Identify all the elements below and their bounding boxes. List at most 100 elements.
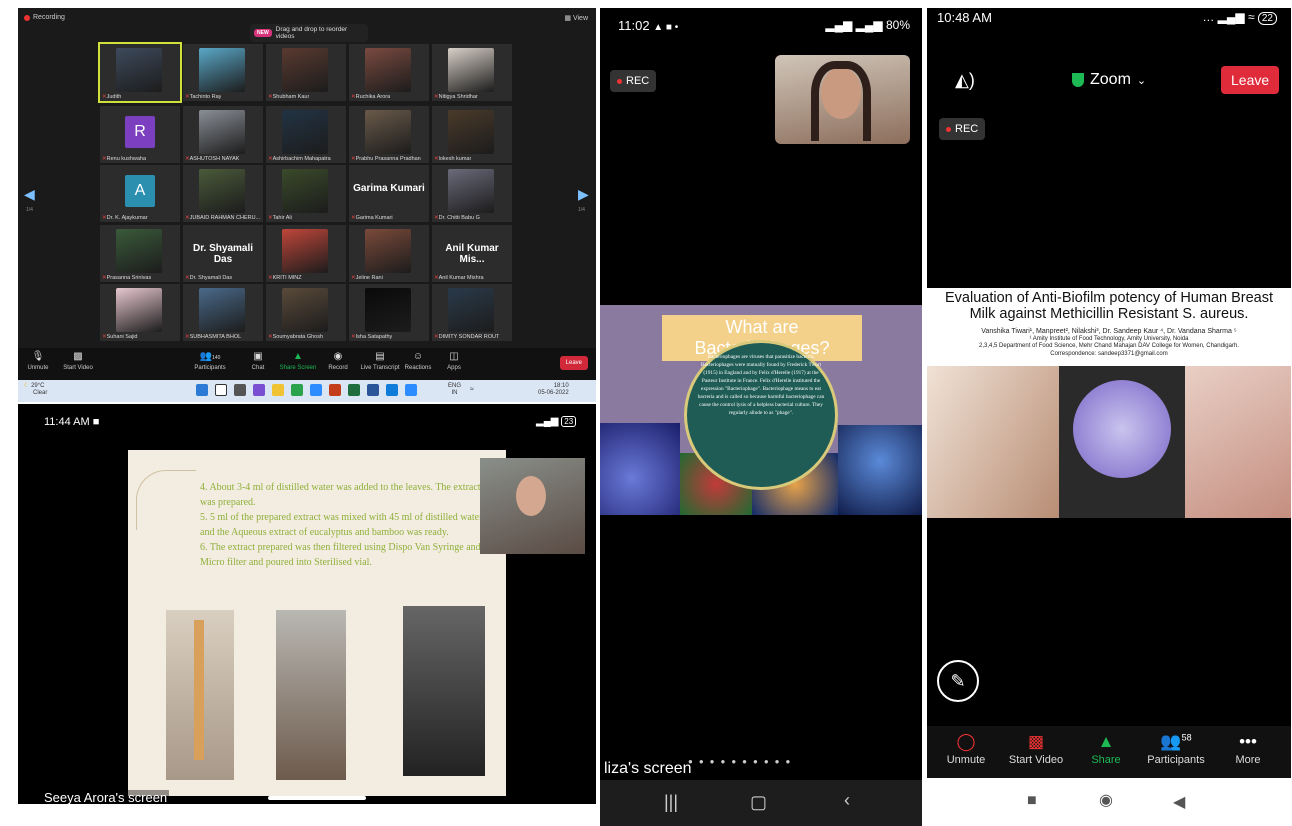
- drag-hint: NEW Drag and drop to reorder videos: [250, 24, 368, 42]
- video-tile[interactable]: Prasanna Srinivas: [100, 225, 180, 282]
- participant-name: Jeline Rani: [351, 275, 383, 281]
- participant-video: [365, 110, 411, 154]
- video-tile[interactable]: lokesh kumar: [432, 106, 512, 163]
- tile-display-name: A: [125, 175, 155, 207]
- video-tile[interactable]: Prabhu Prasanna Pradhan: [349, 106, 429, 163]
- participant-name: Isha Satapathy: [351, 334, 393, 340]
- video-tile[interactable]: Soumyabrata Ghosh: [266, 284, 346, 341]
- wifi-icon[interactable]: ≈: [470, 386, 474, 393]
- task-view-icon[interactable]: [234, 384, 246, 396]
- zoom-menu[interactable]: Zoom ⌄: [1072, 71, 1146, 89]
- poster-title: Evaluation of Anti-Biofilm potency of Hu…: [944, 290, 1274, 322]
- page-dots[interactable]: ●●●●●●●●●●: [688, 757, 796, 766]
- participant-name: Prabhu Prasanna Pradhan: [351, 156, 421, 162]
- phage-image-1: [600, 423, 680, 515]
- participant-name: Dr. K. Ajaykumar: [102, 215, 148, 221]
- excel-icon[interactable]: [348, 384, 360, 396]
- meeting-toolbar: ◯ Unmute ▩ Start Video ▲ Share 👥58 Participa…: [927, 726, 1291, 778]
- video-tile[interactable]: KRITI MINZ: [266, 225, 346, 282]
- word-icon[interactable]: [367, 384, 379, 396]
- participant-name: Shubham Kaur: [268, 94, 310, 100]
- video-tile[interactable]: Anil Kumar Mis... Anil Kumar Mishra: [432, 225, 512, 282]
- video-tile[interactable]: Nitigya Shridhar: [432, 44, 512, 101]
- back-icon[interactable]: ‹: [844, 790, 850, 811]
- status-icons: … ▂▄▆ ≈ 22: [1202, 10, 1277, 25]
- language-indicator[interactable]: ENG IN: [448, 383, 461, 397]
- home-icon[interactable]: ▢: [750, 792, 767, 813]
- chrome-icon[interactable]: [291, 384, 303, 396]
- participants-button[interactable]: 👥58 Participants: [1143, 732, 1209, 766]
- leave-button[interactable]: Leave: [559, 356, 588, 370]
- participant-video: [282, 48, 328, 92]
- video-camera-icon: ■: [92, 416, 100, 428]
- video-tile[interactable]: Tachinto Ray: [183, 44, 263, 101]
- clock[interactable]: 18:10 05-06-2022: [538, 383, 569, 397]
- annotate-pen-button[interactable]: ✎: [937, 660, 979, 702]
- video-tile[interactable]: Suhani Sajid: [100, 284, 180, 341]
- share-screen-button[interactable]: ▲ Share Screen: [278, 351, 318, 371]
- recents-icon[interactable]: |||: [664, 792, 678, 813]
- unmute-button[interactable]: 🎙 Unmute: [18, 351, 58, 371]
- more-dots-icon: •••: [1239, 732, 1257, 751]
- android-nav-bar: ||| ▢ ‹: [600, 780, 922, 826]
- video-tile[interactable]: JUBAID RAHMAN CHERU...: [183, 165, 263, 222]
- presenter-video[interactable]: [775, 55, 910, 144]
- presenter-video[interactable]: [480, 458, 585, 554]
- more-button[interactable]: ••• More: [1215, 732, 1281, 766]
- speaker-icon[interactable]: ◭): [955, 70, 975, 91]
- participant-video: [365, 229, 411, 273]
- status-icons: ▂▄▆ ▂▄▆ 80%: [825, 18, 910, 32]
- record-dot-icon: [24, 14, 30, 21]
- video-tile[interactable]: Isha Satapathy: [349, 284, 429, 341]
- video-tile[interactable]: R Renu kushwaha: [100, 106, 180, 163]
- zoom-app-icon[interactable]: [405, 384, 417, 396]
- record-button[interactable]: ◉ Record: [318, 351, 358, 371]
- video-tile[interactable]: Garima Kumari Garima Kumari: [349, 165, 429, 222]
- start-video-button[interactable]: ▩ Start Video: [1003, 732, 1069, 766]
- share-button[interactable]: ▲ Share: [1073, 732, 1139, 766]
- back-icon[interactable]: ◀: [1173, 792, 1185, 812]
- home-indicator[interactable]: [268, 796, 366, 800]
- video-tile[interactable]: Judith: [98, 42, 182, 103]
- tile-display-name: Garima Kumari: [353, 183, 425, 194]
- cylinder-photo: [166, 610, 234, 780]
- video-tile[interactable]: Tahir Ali: [266, 165, 346, 222]
- view-button[interactable]: ▦ View: [564, 14, 588, 22]
- participants-count: 140: [212, 355, 221, 361]
- video-tile[interactable]: Ashirbachim Mahapatra: [266, 106, 346, 163]
- home-icon[interactable]: ◉: [1099, 790, 1113, 810]
- video-tile[interactable]: Shubham Kaur: [266, 44, 346, 101]
- video-off-icon: ▩: [1027, 732, 1045, 751]
- apps-button[interactable]: ◫ Apps: [434, 351, 474, 371]
- edge-icon[interactable]: [386, 384, 398, 396]
- weather-widget[interactable]: ☾ 29°C Clear: [24, 383, 47, 397]
- recents-icon[interactable]: ■: [1027, 792, 1037, 810]
- start-video-button[interactable]: ▩ Start Video: [58, 351, 98, 371]
- participant-name: Tachinto Ray: [185, 94, 222, 100]
- zoom-icon[interactable]: [310, 384, 322, 396]
- live-transcript-button[interactable]: ▤ Live Transcript: [358, 351, 402, 371]
- video-tile[interactable]: Dr. Chitti Babu G: [432, 165, 512, 222]
- leave-button[interactable]: Leave: [1221, 66, 1280, 94]
- shared-slide: What are Bacteriophages? Bacteriophages …: [600, 305, 922, 515]
- file-explorer-icon[interactable]: [272, 384, 284, 396]
- reactions-button[interactable]: ☺ Reactions: [398, 351, 438, 371]
- windows-start-icon[interactable]: [196, 384, 208, 396]
- prev-page-arrow-icon[interactable]: ◀: [24, 186, 35, 203]
- participant-name: KRITI MINZ: [268, 275, 302, 281]
- unmute-button[interactable]: ◯ Unmute: [933, 732, 999, 766]
- participants-button[interactable]: 👥140 Participants: [190, 351, 230, 371]
- video-tile[interactable]: DIMITY SONDAR ROUT: [432, 284, 512, 341]
- chat-button[interactable]: ▣ Chat: [238, 351, 278, 371]
- next-page-arrow-icon[interactable]: ▶: [578, 186, 589, 203]
- video-tile[interactable]: Dr. Shyamali Das Dr. Shyamali Das: [183, 225, 263, 282]
- search-icon[interactable]: [215, 384, 227, 396]
- teams-icon[interactable]: [253, 384, 265, 396]
- video-tile[interactable]: A Dr. K. Ajaykumar: [100, 165, 180, 222]
- powerpoint-icon[interactable]: [329, 384, 341, 396]
- video-tile[interactable]: ASHUTOSH NAYAK: [183, 106, 263, 163]
- video-tile[interactable]: SUBHASMITA BHOL: [183, 284, 263, 341]
- video-tile[interactable]: Jeline Rani: [349, 225, 429, 282]
- video-tile[interactable]: Ruchika Arora: [349, 44, 429, 101]
- taskbar-apps: [196, 384, 417, 396]
